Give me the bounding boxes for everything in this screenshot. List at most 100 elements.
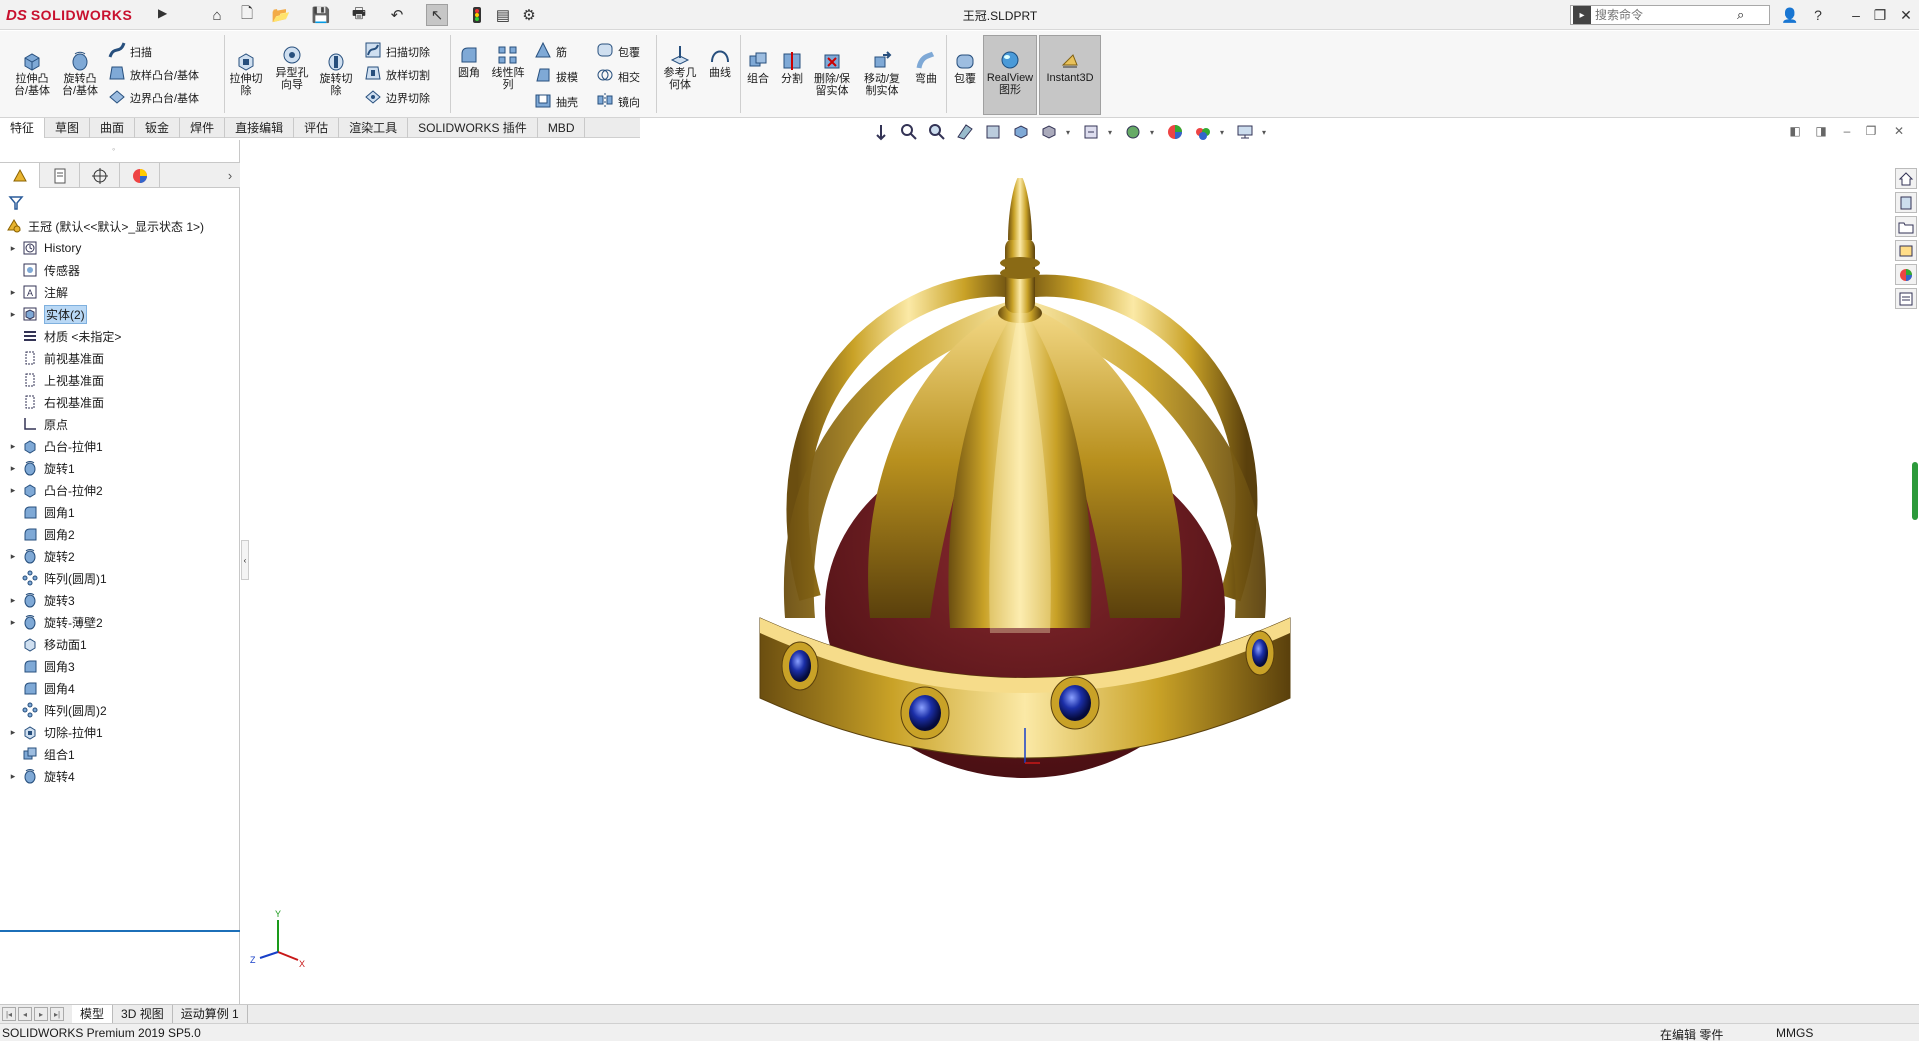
view-orientation-icon[interactable] xyxy=(1010,121,1032,143)
magnifier-icon[interactable]: ⌕ xyxy=(1737,7,1744,23)
zoom-to-fit-icon[interactable] xyxy=(870,121,892,143)
tab-features[interactable]: 特征 xyxy=(0,118,46,138)
pane-grip-icon[interactable]: ◦ xyxy=(112,144,115,154)
tab-render-tools[interactable]: 渲染工具 xyxy=(339,118,409,138)
dropdown-arrow-icon[interactable]: ▾ xyxy=(1108,128,1116,137)
tab-surfaces[interactable]: 曲面 xyxy=(90,118,136,138)
tab-sheet-metal[interactable]: 钣金 xyxy=(135,118,181,138)
expand-arrow-icon[interactable]: ▸ xyxy=(6,617,20,628)
edit-appearance-icon[interactable] xyxy=(1122,121,1144,143)
tree-item[interactable]: ▸ 旋转1 xyxy=(0,457,240,479)
linear-pattern-button[interactable]: 线性阵 列 xyxy=(486,43,530,91)
custom-properties-icon[interactable] xyxy=(1895,288,1917,309)
tab-sketch[interactable]: 草图 xyxy=(45,118,91,138)
file-properties-icon[interactable]: ▤ xyxy=(492,4,514,26)
dropdown-arrow-icon[interactable]: ▾ xyxy=(1220,128,1228,137)
expand-arrow-icon[interactable]: ▸ xyxy=(6,485,20,496)
tree-item[interactable]: ▸ 实体(2) xyxy=(0,303,240,325)
dynamic-annotation-icon[interactable] xyxy=(982,121,1004,143)
tree-item[interactable]: 传感器 xyxy=(0,259,240,281)
menu-expand-icon[interactable]: ▶ xyxy=(158,6,172,24)
next-tab-icon[interactable]: ▸ xyxy=(34,1007,48,1021)
sweep-cut-button[interactable]: 扫描切除 xyxy=(364,41,430,62)
previous-tab-icon[interactable]: ◂ xyxy=(18,1007,32,1021)
select-icon[interactable]: ↖ xyxy=(426,4,448,26)
expand-arrow-icon[interactable]: ▸ xyxy=(6,727,20,738)
section-view-icon[interactable] xyxy=(954,121,976,143)
new-document-icon[interactable]: 🗋 xyxy=(236,4,258,26)
undo-icon[interactable]: ↶ xyxy=(386,4,408,26)
expand-arrow-icon[interactable]: ▸ xyxy=(6,463,20,474)
open-icon[interactable]: 📂 xyxy=(270,4,292,26)
extrude-cut-button[interactable]: 拉伸切 除 xyxy=(226,49,266,97)
task-pane-scrollbar[interactable] xyxy=(1912,462,1918,520)
tree-item[interactable]: ▸ 凸台-拉伸1 xyxy=(0,435,240,457)
tab-weldments[interactable]: 焊件 xyxy=(180,118,226,138)
boundary-boss-button[interactable]: 边界凸台/基体 xyxy=(108,87,199,108)
feature-manager-tab[interactable] xyxy=(0,163,40,188)
tree-item[interactable]: ▸ 凸台-拉伸2 xyxy=(0,479,240,501)
tree-item[interactable]: 材质 <未指定> xyxy=(0,325,240,347)
tree-item[interactable]: ▸ 旋转2 xyxy=(0,545,240,567)
tab-mbd[interactable]: MBD xyxy=(538,118,586,138)
tree-item[interactable]: 阵列(圆周)2 xyxy=(0,699,240,721)
loft-cut-button[interactable]: 放样切割 xyxy=(364,64,430,85)
tree-item[interactable]: 圆角4 xyxy=(0,677,240,699)
expand-arrow-icon[interactable]: ▸ xyxy=(6,309,20,320)
display-style-icon[interactable] xyxy=(1038,121,1060,143)
tree-item[interactable]: ▸ 切除-拉伸1 xyxy=(0,721,240,743)
dropdown-arrow-icon[interactable]: ▾ xyxy=(1262,128,1270,137)
expand-arrow-icon[interactable]: ▸ xyxy=(6,551,20,562)
hide-show-items-icon[interactable] xyxy=(1080,121,1102,143)
tree-item[interactable]: 圆角3 xyxy=(0,655,240,677)
tree-item[interactable]: 移动面1 xyxy=(0,633,240,655)
print-icon[interactable]: 🖶 xyxy=(348,4,370,26)
tree-item[interactable]: 圆角2 xyxy=(0,523,240,545)
expand-arrow-icon[interactable]: ▸ xyxy=(6,441,20,452)
dropdown-arrow-icon[interactable]: ▾ xyxy=(1150,128,1158,137)
wrap2-button[interactable]: 包覆 xyxy=(948,49,982,85)
loft-boss-button[interactable]: 放样凸台/基体 xyxy=(108,64,199,85)
curves-button[interactable]: 曲线 xyxy=(704,43,736,79)
home-icon[interactable]: ⌂ xyxy=(206,4,228,26)
expand-arrow-icon[interactable]: ▸ xyxy=(6,771,20,782)
tab-direct-editing[interactable]: 直接编辑 xyxy=(225,118,295,138)
move-copy-body-button[interactable]: 移动/复 制实体 xyxy=(858,49,906,97)
flex-button[interactable]: 弯曲 xyxy=(908,49,944,85)
tree-item[interactable]: ▸ History xyxy=(0,237,240,259)
crown-3d-model[interactable] xyxy=(690,178,1360,918)
revolve-cut-button[interactable]: 旋转切 除 xyxy=(316,49,356,97)
hole-wizard-button[interactable]: 异型孔 向导 xyxy=(270,43,314,91)
tree-root[interactable]: 王冠 (默认<<默认>_显示状态 1>) xyxy=(0,215,240,237)
appearances-icon[interactable] xyxy=(1895,264,1917,285)
wrap-button[interactable]: 包覆 xyxy=(596,41,640,62)
tree-item[interactable]: 前视基准面 xyxy=(0,347,240,369)
minimize-icon[interactable]: – xyxy=(1844,4,1868,26)
property-manager-tab[interactable] xyxy=(40,163,80,188)
search-input[interactable] xyxy=(1593,7,1733,23)
restore-icon[interactable]: ❐ xyxy=(1868,4,1892,26)
close-icon[interactable]: ✕ xyxy=(1894,4,1918,26)
first-tab-icon[interactable]: |◂ xyxy=(2,1007,16,1021)
view-settings-icon[interactable] xyxy=(1192,121,1214,143)
options-gear-icon[interactable]: ⚙ xyxy=(518,4,540,26)
realview-button[interactable]: RealView 图形 xyxy=(983,35,1037,115)
expand-arrow-icon[interactable]: ▸ xyxy=(6,243,20,254)
tree-item[interactable]: 右视基准面 xyxy=(0,391,240,413)
viewport-minimize-icon[interactable]: – xyxy=(1838,124,1856,142)
viewport-maximize-icon[interactable]: ❐ xyxy=(1862,124,1880,142)
view-palette-icon[interactable] xyxy=(1895,240,1917,261)
last-tab-icon[interactable]: ▸| xyxy=(50,1007,64,1021)
instant3d-button[interactable]: Instant3D xyxy=(1039,35,1101,115)
combine-button[interactable]: 组合 xyxy=(742,49,774,85)
revolve-boss-button[interactable]: 旋转凸 台/基体 xyxy=(58,49,102,97)
tree-item[interactable]: ▸ A 注解 xyxy=(0,281,240,303)
ref-geometry-button[interactable]: 参考几 何体 xyxy=(660,43,700,91)
mirror-button[interactable]: 镜向 xyxy=(596,91,640,112)
help-icon[interactable]: ? xyxy=(1806,4,1830,26)
user-icon[interactable]: 👤 xyxy=(1778,4,1802,26)
search-commands-box[interactable]: ▸ ⌕ xyxy=(1570,5,1770,25)
tab-evaluate[interactable]: 评估 xyxy=(294,118,340,138)
zoom-area-icon[interactable] xyxy=(898,121,920,143)
chevron-right-icon[interactable]: › xyxy=(220,163,240,187)
